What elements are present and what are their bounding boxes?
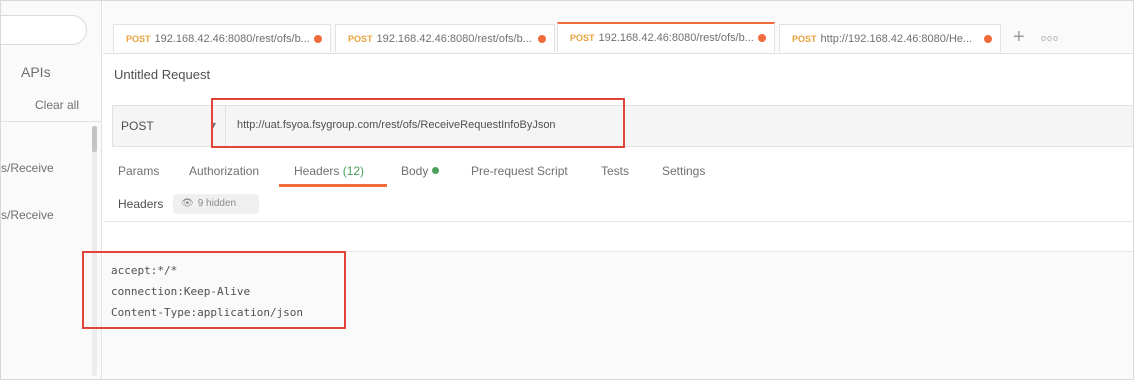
unsaved-dot-icon [984, 35, 992, 43]
highlight-box-headers [82, 251, 346, 329]
request-tab[interactable]: POST http://192.168.42.46:8080/He... [779, 24, 1001, 52]
tab-more-icon[interactable]: ooo [1041, 33, 1059, 43]
body-status-dot-icon [432, 167, 440, 174]
method-select[interactable]: POST ▼ [113, 106, 226, 146]
tab-body[interactable]: Body [401, 164, 440, 178]
sidebar-divider [1, 121, 101, 122]
tab-body-label: Body [401, 164, 429, 178]
app-window: APIs Clear all s/Receive s/Receive POST 1… [0, 0, 1134, 380]
history-item[interactable]: s/Receive [1, 208, 54, 222]
request-tab-active[interactable]: POST 192.168.42.46:8080/rest/ofs/b... [557, 22, 775, 52]
tab-url: http://192.168.42.46:8080/He... [820, 33, 973, 45]
eye-icon: 👁 [181, 198, 194, 209]
clear-all-button[interactable]: Clear all [35, 98, 79, 112]
tab-settings[interactable]: Settings [662, 164, 705, 178]
hidden-headers-toggle[interactable]: 👁 9 hidden [173, 194, 259, 214]
tab-headers-label: Headers [294, 164, 340, 178]
tab-method: POST [126, 34, 151, 44]
tab-tests[interactable]: Tests [601, 164, 629, 178]
unsaved-dot-icon [314, 35, 322, 43]
divider [103, 221, 1133, 222]
tab-method: POST [348, 34, 373, 44]
tab-params[interactable]: Params [118, 164, 159, 178]
method-label: POST [121, 119, 154, 133]
new-tab-plus-icon[interactable]: + [1013, 27, 1025, 47]
tab-url: 192.168.42.46:8080/rest/ofs/b... [154, 33, 310, 45]
headers-count: (12) [342, 164, 365, 178]
sidebar-search-input[interactable] [1, 15, 87, 45]
tab-url: 192.168.42.46:8080/rest/ofs/b... [598, 32, 754, 44]
highlight-box-url [211, 98, 625, 148]
history-item[interactable]: s/Receive [1, 161, 54, 175]
hidden-count: 9 hidden [197, 198, 237, 209]
tab-headers[interactable]: Headers (12) [294, 164, 364, 178]
request-tab[interactable]: POST 192.168.42.46:8080/rest/ofs/b... [113, 24, 331, 52]
request-title[interactable]: Untitled Request [114, 67, 210, 82]
tab-method: POST [570, 33, 595, 43]
scrollbar-thumb[interactable] [92, 126, 97, 152]
unsaved-dot-icon [538, 35, 546, 43]
tab-prerequest-script[interactable]: Pre-request Script [471, 164, 568, 178]
tab-authorization[interactable]: Authorization [189, 164, 259, 178]
tab-url: 192.168.42.46:8080/rest/ofs/b... [376, 33, 532, 45]
headers-section-label: Headers [118, 197, 164, 211]
tab-method: POST [792, 34, 817, 44]
request-tab[interactable]: POST 192.168.42.46:8080/rest/ofs/b... [335, 24, 555, 52]
active-tab-indicator [279, 184, 387, 187]
sidebar-tab-apis[interactable]: APIs [21, 64, 51, 80]
unsaved-dot-icon [758, 34, 766, 42]
